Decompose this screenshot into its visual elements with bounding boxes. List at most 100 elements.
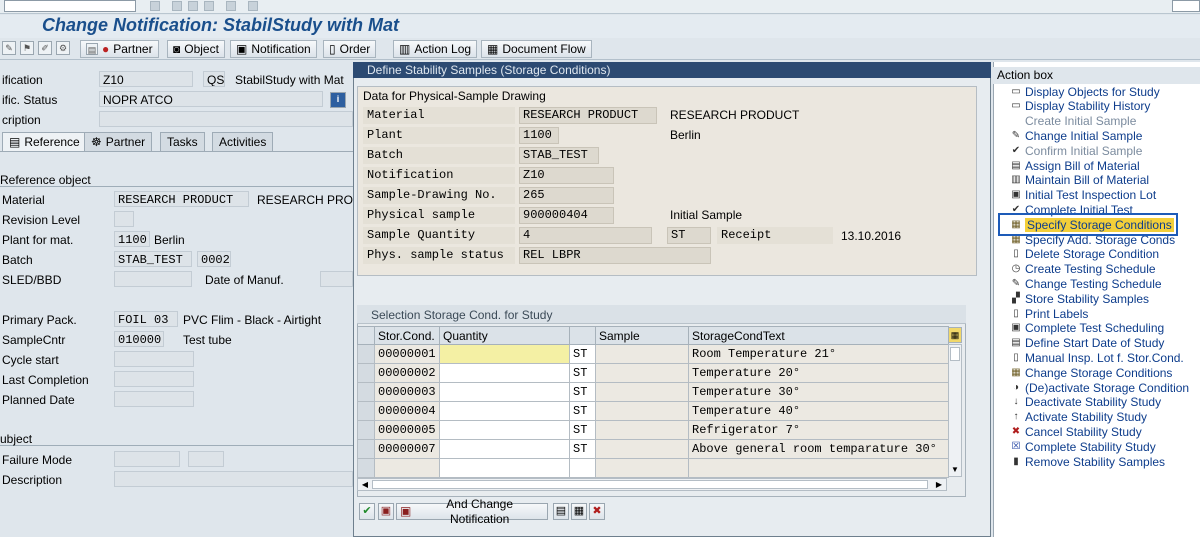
- tab-partner[interactable]: ☸ Partner: [84, 132, 153, 151]
- row-selector[interactable]: [357, 401, 375, 421]
- action-item[interactable]: ✎ Change Testing Schedule: [1010, 276, 1162, 291]
- quantity-input[interactable]: [439, 344, 570, 364]
- display-change-icon[interactable]: ✎: [2, 41, 16, 55]
- layout-menu-icon[interactable]: [1172, 0, 1200, 12]
- batch-field[interactable]: STAB_TEST: [114, 251, 192, 267]
- action-item[interactable]: ▦ Change Storage Conditions: [1010, 365, 1172, 380]
- scroll-thumb[interactable]: [372, 480, 928, 489]
- document-flow-button[interactable]: ▦ Document Flow: [481, 40, 592, 58]
- column-header-quantity[interactable]: Quantity: [439, 326, 570, 345]
- action-item[interactable]: ✎ Change Initial Sample: [1010, 128, 1143, 143]
- row-selector[interactable]: [357, 439, 375, 459]
- row-selector[interactable]: [357, 382, 375, 402]
- status-field[interactable]: NOPR ATCO: [99, 91, 323, 107]
- action-item[interactable]: ▭ Display Objects for Study: [1010, 84, 1159, 99]
- action-item[interactable]: ▥ Maintain Bill of Material: [1010, 173, 1149, 188]
- action-item[interactable]: ✖ Cancel Stability Study: [1010, 424, 1142, 439]
- notification-field[interactable]: Z10: [99, 71, 193, 87]
- table-row[interactable]: 00000004 ST Temperature 40°: [357, 401, 949, 421]
- quantity-input[interactable]: [439, 420, 570, 440]
- notification-field[interactable]: Z10: [519, 167, 614, 184]
- quantity-input[interactable]: [439, 401, 570, 421]
- action-item[interactable]: ▣ Initial Test Inspection Lot: [1010, 188, 1156, 203]
- partner-button[interactable]: ▤ ● Partner: [80, 40, 159, 58]
- batch-field[interactable]: STAB_TEST: [519, 147, 599, 164]
- action-item[interactable]: ▣ Complete Test Scheduling: [1010, 321, 1164, 336]
- table-row[interactable]: 00000003 ST Temperature 30°: [357, 382, 949, 402]
- edit-icon[interactable]: ✐: [38, 41, 52, 55]
- info-icon[interactable]: i: [330, 92, 346, 108]
- plant-field[interactable]: 1100: [114, 231, 150, 247]
- tab-reference[interactable]: ▤ Reference: [2, 132, 87, 151]
- action-item[interactable]: ▤ Assign Bill of Material: [1010, 158, 1139, 173]
- tools-icon[interactable]: ⚙: [56, 41, 70, 55]
- tab-tasks[interactable]: Tasks: [160, 132, 205, 151]
- object-button[interactable]: ◙ Object: [167, 40, 225, 58]
- manuf-field[interactable]: [320, 271, 353, 287]
- column-settings-icon[interactable]: ▦: [948, 327, 962, 343]
- confirm-button[interactable]: ✔: [359, 503, 375, 520]
- action-item[interactable]: ▤ Define Start Date of Study: [1010, 336, 1164, 351]
- table-icon[interactable]: ▦: [571, 503, 587, 520]
- tab-activities[interactable]: Activities: [212, 132, 274, 151]
- revision-field[interactable]: [114, 211, 134, 227]
- column-header-storage-cond-text[interactable]: StorageCondText: [688, 326, 949, 345]
- action-item[interactable]: ▮ Remove Stability Samples: [1010, 454, 1165, 469]
- back-icon[interactable]: [172, 1, 182, 11]
- cancel-icon[interactable]: [204, 1, 214, 11]
- scroll-right-icon[interactable]: ▶: [934, 480, 944, 490]
- action-item[interactable]: ▯ Manual Insp. Lot f. Stor.Cond.: [1010, 350, 1184, 365]
- sled-field[interactable]: [114, 271, 192, 287]
- action-item[interactable]: ▭ Display Stability History: [1010, 99, 1150, 114]
- failure-mode-code-field[interactable]: [188, 451, 224, 467]
- save-and-change-notification-button[interactable]: ▣ And Change Notification: [396, 497, 548, 526]
- action-item[interactable]: ▯ Delete Storage Condition: [1010, 247, 1159, 262]
- last-completion-field[interactable]: [114, 371, 194, 387]
- description-field[interactable]: [114, 471, 353, 487]
- cycle-start-field[interactable]: [114, 351, 194, 367]
- physical-sample-field[interactable]: 900000404: [519, 207, 614, 224]
- primary-pack-field[interactable]: FOIL 03: [114, 311, 178, 327]
- row-selector[interactable]: [357, 344, 375, 364]
- planned-date-field[interactable]: [114, 391, 194, 407]
- sample-status-field[interactable]: REL LBPR: [519, 247, 711, 264]
- sample-qty-field[interactable]: 4: [519, 227, 652, 244]
- horizontal-scrollbar[interactable]: ◀ ▶: [357, 478, 947, 491]
- action-item[interactable]: ◑ (De)activate Storage Condition: [1010, 380, 1189, 395]
- quantity-input[interactable]: [439, 439, 570, 459]
- command-field[interactable]: [4, 0, 136, 12]
- column-header-unit[interactable]: [569, 326, 596, 345]
- sample-qty-unit[interactable]: ST: [667, 227, 711, 244]
- row-selector[interactable]: [357, 363, 375, 383]
- notification-type-field[interactable]: QS: [203, 71, 225, 87]
- save-icon[interactable]: ▣: [378, 503, 394, 520]
- row-selector[interactable]: [357, 420, 375, 440]
- sample-drawing-field[interactable]: 265: [519, 187, 614, 204]
- order-button[interactable]: ▯ Order: [323, 40, 377, 58]
- scroll-down-icon[interactable]: ▼: [950, 465, 960, 475]
- sample-cntr-field[interactable]: 010000: [114, 331, 164, 347]
- material-field[interactable]: RESEARCH PRODUCT: [519, 107, 657, 124]
- table-row[interactable]: 00000005 ST Refrigerator 7°: [357, 420, 949, 440]
- select-all-cell[interactable]: [357, 326, 375, 345]
- table-row[interactable]: 00000001 ST Room Temperature 21°: [357, 344, 949, 364]
- quantity-input[interactable]: [439, 363, 570, 383]
- action-item[interactable]: ▞ Store Stability Samples: [1010, 291, 1149, 306]
- action-item[interactable]: ◷ Create Testing Schedule: [1010, 262, 1156, 277]
- description-header-field[interactable]: [99, 111, 353, 127]
- find-icon[interactable]: [248, 1, 258, 11]
- scroll-thumb[interactable]: [950, 347, 960, 361]
- column-header-sample[interactable]: Sample: [595, 326, 689, 345]
- scroll-left-icon[interactable]: ◀: [360, 480, 370, 490]
- table-row[interactable]: 00000002 ST Temperature 20°: [357, 363, 949, 383]
- action-item[interactable]: ☒ Complete Stability Study: [1010, 439, 1156, 454]
- details-icon[interactable]: ▤: [553, 503, 569, 520]
- failure-mode-field[interactable]: [114, 451, 180, 467]
- batch-extra-field[interactable]: 0002: [197, 251, 231, 267]
- cancel-icon[interactable]: ✖: [589, 503, 605, 520]
- save-icon[interactable]: [150, 1, 160, 11]
- action-item[interactable]: ▯ Print Labels: [1010, 306, 1088, 321]
- print-icon[interactable]: [226, 1, 236, 11]
- table-row[interactable]: 00000007 ST Above general room temparatu…: [357, 439, 949, 459]
- exit-icon[interactable]: [188, 1, 198, 11]
